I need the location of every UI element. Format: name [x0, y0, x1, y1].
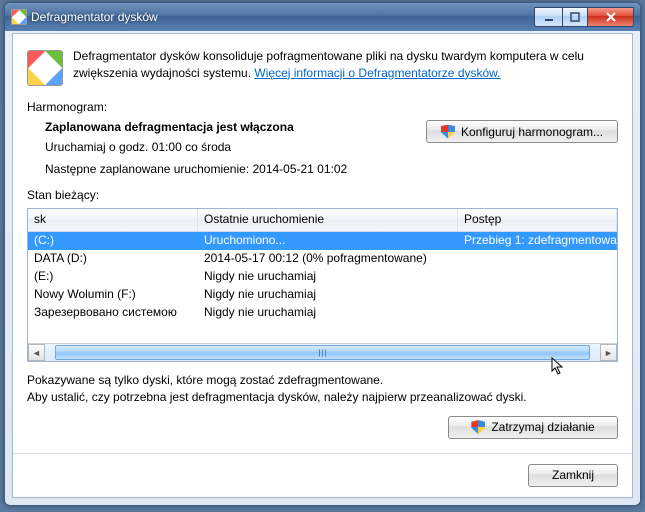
- more-info-link[interactable]: Więcej informacji o Defragmentatorze dys…: [254, 66, 500, 80]
- cell-a: DATA (D:): [28, 250, 198, 268]
- configure-schedule-label: Konfiguruj harmonogram...: [461, 125, 603, 139]
- scroll-track[interactable]: [45, 344, 600, 361]
- table-row[interactable]: DATA (D:)2014-05-17 00:12 (0% pofragment…: [28, 250, 617, 268]
- configure-schedule-button[interactable]: Konfiguruj harmonogram...: [426, 120, 618, 143]
- cell-c: [458, 304, 617, 322]
- schedule-label: Harmonogram:: [27, 100, 618, 114]
- status-label: Stan bieżący:: [27, 188, 618, 202]
- cell-b: Uruchomiono...: [198, 232, 458, 250]
- table-row[interactable]: (C:)Uruchomiono...Przebieg 1: zdefragmen…: [28, 232, 617, 250]
- cell-b: Nigdy nie uruchamiaj: [198, 286, 458, 304]
- note-text: Pokazywane są tylko dyski, które mogą zo…: [27, 372, 618, 406]
- cell-a: (C:): [28, 232, 198, 250]
- action-buttons: Zatrzymaj działanie: [27, 416, 618, 439]
- minimize-button[interactable]: [534, 7, 562, 27]
- col-lastrun[interactable]: Ostatnie uruchomienie: [198, 209, 458, 231]
- maximize-button[interactable]: [562, 7, 588, 27]
- cell-c: [458, 268, 617, 286]
- schedule-next-line: Następne zaplanowane uruchomienie: 2014-…: [45, 162, 416, 176]
- cell-b: Nigdy nie uruchamiaj: [198, 304, 458, 322]
- cell-a: Зарезервовано системою: [28, 304, 198, 322]
- schedule-enabled-line: Zaplanowana defragmentacja jest włączona: [45, 120, 416, 134]
- listview-body: (C:)Uruchomiono...Przebieg 1: zdefragmen…: [28, 232, 617, 322]
- disk-listview[interactable]: sk Ostatnie uruchomienie Postęp (C:)Uruc…: [27, 208, 618, 362]
- note-line1: Pokazywane są tylko dyski, które mogą zo…: [27, 372, 618, 389]
- app-icon: [11, 9, 27, 25]
- table-row[interactable]: Nowy Wolumin (F:)Nigdy nie uruchamiaj: [28, 286, 617, 304]
- cell-b: 2014-05-17 00:12 (0% pofragmentowane): [198, 250, 458, 268]
- shield-icon: [441, 125, 455, 139]
- titlebar[interactable]: Defragmentator dysków: [5, 3, 640, 31]
- intro-text: Defragmentator dysków konsoliduje pofrag…: [73, 48, 618, 86]
- horizontal-scrollbar[interactable]: ◄ ►: [28, 343, 617, 361]
- stop-defrag-button[interactable]: Zatrzymaj działanie: [448, 416, 618, 439]
- cell-c: [458, 250, 617, 268]
- note-line2: Aby ustalić, czy potrzebna jest defragme…: [27, 389, 618, 406]
- col-disk[interactable]: sk: [28, 209, 198, 231]
- window-title: Defragmentator dysków: [27, 10, 534, 24]
- defrag-icon: [27, 50, 63, 86]
- table-row[interactable]: Зарезервовано системоюNigdy nie uruchami…: [28, 304, 617, 322]
- client-area: Defragmentator dysków konsoliduje pofrag…: [12, 33, 633, 498]
- scroll-left-arrow[interactable]: ◄: [28, 344, 45, 361]
- cell-a: Nowy Wolumin (F:): [28, 286, 198, 304]
- close-button[interactable]: [588, 7, 634, 27]
- footer: Zamknij: [27, 454, 618, 487]
- schedule-panel: Zaplanowana defragmentacja jest włączona…: [27, 120, 618, 184]
- schedule-run-line: Uruchamiaj o godz. 01:00 co środa: [45, 140, 416, 154]
- scroll-right-arrow[interactable]: ►: [600, 344, 617, 361]
- intro-panel: Defragmentator dysków konsoliduje pofrag…: [27, 48, 618, 86]
- scroll-thumb[interactable]: [55, 345, 590, 360]
- listview-header[interactable]: sk Ostatnie uruchomienie Postęp: [28, 209, 617, 232]
- cell-b: Nigdy nie uruchamiaj: [198, 268, 458, 286]
- cell-c: [458, 286, 617, 304]
- stop-defrag-label: Zatrzymaj działanie: [491, 420, 594, 434]
- window-buttons: [534, 7, 634, 27]
- window-frame: Defragmentator dysków Defragmentator dys…: [4, 2, 641, 506]
- cell-c: Przebieg 1: zdefragmentowano 5%: [458, 232, 617, 250]
- col-progress[interactable]: Postęp: [458, 209, 617, 231]
- table-row[interactable]: (E:)Nigdy nie uruchamiaj: [28, 268, 617, 286]
- close-dialog-button[interactable]: Zamknij: [528, 464, 618, 487]
- shield-icon: [471, 420, 485, 434]
- cell-a: (E:): [28, 268, 198, 286]
